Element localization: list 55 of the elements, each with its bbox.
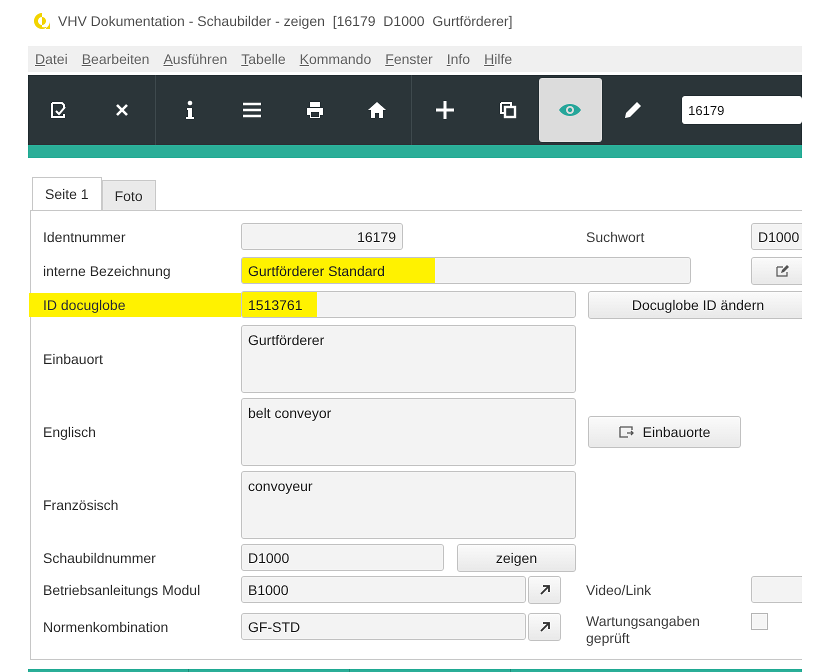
input-field[interactable]: 1513761 (241, 291, 576, 318)
docuglobe-button[interactable]: Docuglobe ID ändern (588, 290, 802, 318)
eye-icon (558, 102, 582, 118)
menu-item[interactable]: Datei (28, 51, 75, 67)
input-field[interactable]: D1000 (751, 223, 802, 250)
pencil-icon (622, 100, 643, 120)
text-area[interactable]: convoyeur (241, 471, 576, 539)
search-field[interactable]: 16179 (682, 96, 802, 124)
text-area[interactable]: Gurtförderer (241, 325, 576, 393)
arrow-icon (538, 584, 550, 596)
open-link-button[interactable] (528, 612, 561, 640)
menu-item[interactable]: Ausführen (156, 51, 234, 67)
menu-item[interactable]: Fenster (378, 51, 440, 67)
app-logo-icon (32, 11, 52, 31)
input-field[interactable]: GF-STD (241, 613, 526, 640)
edit-button[interactable] (751, 256, 802, 284)
checkbox[interactable] (751, 613, 768, 630)
field-label: Englisch (43, 424, 97, 440)
input-field[interactable]: D1000 (241, 544, 444, 571)
arrow-icon (538, 620, 550, 632)
field-label: Normenkombination (43, 618, 170, 634)
open-link-button[interactable] (528, 576, 561, 604)
plus-icon (434, 100, 455, 120)
field-label: Schaubildnummer (43, 550, 157, 566)
zeigen-button[interactable]: zeigen (457, 544, 576, 572)
einbauorte-button[interactable]: Einbauorte (588, 416, 741, 448)
window-arrow-icon (618, 426, 635, 438)
input-field[interactable]: 16179 (241, 223, 403, 250)
menu-icon (242, 102, 262, 118)
input-field[interactable]: Gurtförderer Standard (241, 257, 691, 284)
copy-icon (498, 101, 517, 119)
menu-item[interactable]: Tabelle (234, 51, 293, 67)
field-label: Video/Link (586, 582, 652, 598)
field-label: Wartungsangaben geprüft (586, 613, 701, 647)
field-label: Identnummer (43, 228, 126, 244)
home-icon (367, 101, 388, 119)
field-label: Einbauort (43, 351, 104, 367)
edit-icon (776, 264, 790, 276)
field-label: Betriebsanleitungs Modul (43, 582, 202, 598)
tab[interactable]: Foto (102, 180, 156, 210)
menu-item[interactable]: Hilfe (477, 51, 520, 67)
info-icon (184, 100, 195, 120)
window-title: VHV Dokumentation - Schaubilder - zeigen [16179 D1000 Gurtförderer] (58, 13, 512, 29)
field-label: interne Bezeichnung (43, 262, 172, 278)
menu-item[interactable]: Kommando (292, 51, 378, 67)
field-label: Französisch (43, 497, 120, 513)
printer-icon (304, 100, 325, 120)
menu-item[interactable]: Info (440, 51, 478, 67)
field-label: Suchwort (586, 228, 646, 244)
tab[interactable]: Seite 1 (32, 177, 102, 210)
input-field[interactable]: B1000 (241, 576, 526, 603)
menu-item[interactable]: Bearbeiten (74, 51, 156, 67)
field-label: ID docuglobe (29, 292, 241, 316)
close-icon (114, 102, 130, 118)
text-area[interactable]: belt conveyor (241, 398, 576, 466)
